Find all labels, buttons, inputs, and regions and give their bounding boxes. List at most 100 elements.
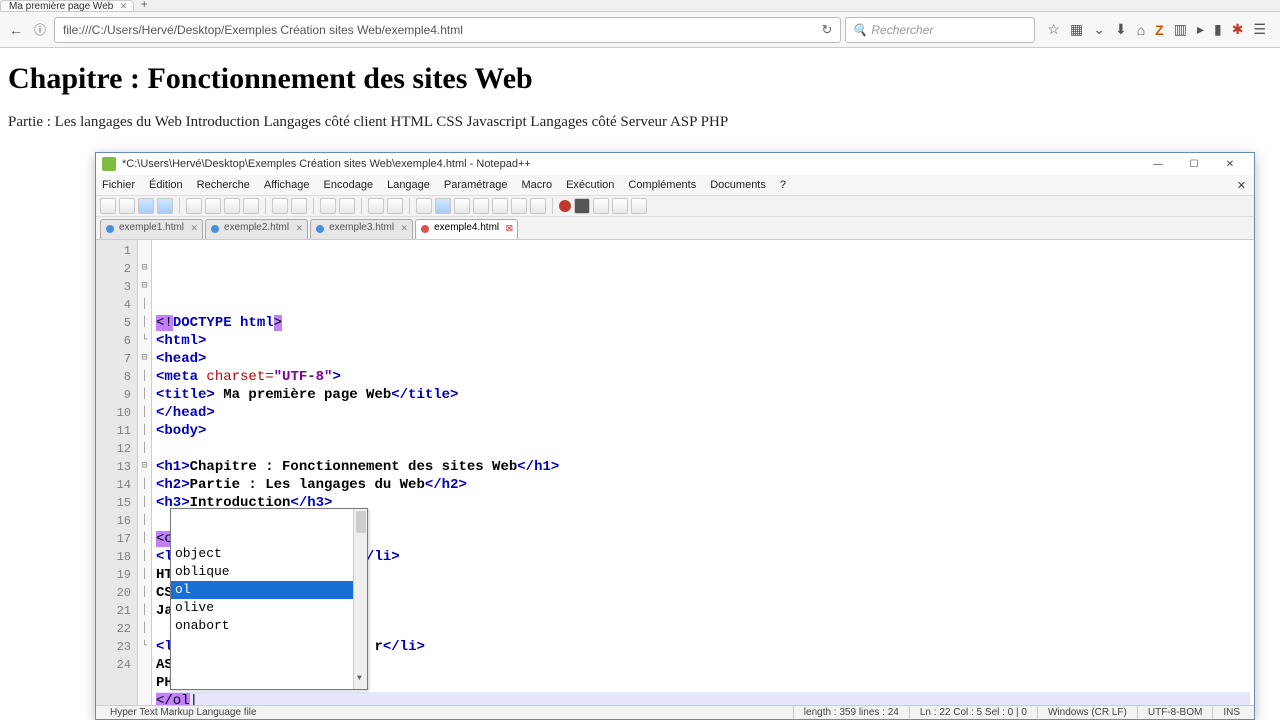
window-title: *C:\Users\Hervé\Desktop\Exemples Créatio… [122,158,1140,170]
browser-toolbar: ☆ ▦ ⌄ ⬇ ⌂ Z ▥ ▸ ▮ ✱ ☰ [1039,21,1274,38]
ext-icon-1[interactable]: Z [1155,22,1164,38]
tab-exemple1[interactable]: exemple1.html✕ [100,219,203,239]
cut-icon[interactable] [205,198,221,214]
autocomplete-item[interactable]: olive [171,599,367,617]
titlebar[interactable]: *C:\Users\Hervé\Desktop\Exemples Créatio… [96,153,1254,175]
run-multi-icon[interactable] [612,198,628,214]
page-paragraph: Partie : Les langages du Web Introductio… [8,114,1272,131]
status-pos: Ln : 22 Col : 5 Sel : 0 | 0 [910,706,1038,719]
fold-column[interactable]: ⊟⊟││└⊟│││││⊟│││││││││└ [138,240,152,705]
func-list-icon[interactable] [511,198,527,214]
close-icon[interactable]: ✕ [190,223,198,234]
menu-encodage[interactable]: Encodage [324,179,374,191]
autocomplete-item[interactable]: ol [171,581,367,599]
ext-icon-2[interactable]: ▥ [1174,21,1187,38]
replace-icon[interactable] [339,198,355,214]
zoom-in-icon[interactable] [368,198,384,214]
maximize-button[interactable]: ☐ [1176,155,1212,173]
mdi-close-icon[interactable]: ✕ [1237,179,1246,192]
find-icon[interactable] [320,198,336,214]
user-lang-icon[interactable] [473,198,489,214]
reload-icon[interactable]: ↻ [822,22,833,38]
menu-fichier[interactable]: Fichier [102,179,135,191]
ext-icon-5[interactable]: ✱ [1232,21,1244,38]
stop-macro-icon[interactable] [574,198,590,214]
tab-exemple3[interactable]: exemple3.html✕ [310,219,413,239]
code-area[interactable]: <!DOCTYPE html><html><head><meta charset… [152,240,1254,705]
identity-icon[interactable]: ⓘ [30,20,50,40]
minimize-button[interactable]: — [1140,155,1176,173]
autocomplete-popup[interactable]: objectobliqueololiveonabort ▲ ▼ [170,508,368,690]
save-macro-icon[interactable] [631,198,647,214]
paste-icon[interactable] [243,198,259,214]
menu-execution[interactable]: Exécution [566,179,614,191]
browser-tab-strip: Ma première page Web ✕ + [0,0,1280,12]
folder-icon[interactable] [530,198,546,214]
menu-recherche[interactable]: Recherche [197,179,250,191]
copy-icon[interactable] [224,198,240,214]
pocket-icon[interactable]: ⌄ [1093,21,1105,38]
menu-edition[interactable]: Édition [149,179,183,191]
status-enc: UTF-8-BOM [1138,706,1213,719]
close-icon[interactable]: ✕ [120,1,128,12]
app-icon [102,157,116,171]
open-file-icon[interactable] [119,198,135,214]
menu-complements[interactable]: Compléments [628,179,696,191]
indent-guide-icon[interactable] [454,198,470,214]
save-all-icon[interactable] [157,198,173,214]
status-length: length : 359 lines : 24 [794,706,910,719]
new-tab-button[interactable]: + [134,0,154,11]
close-icon[interactable]: ⊠ [506,223,514,234]
record-macro-icon[interactable] [559,200,571,212]
menu-documents[interactable]: Documents [710,179,766,191]
ext-icon-4[interactable]: ▮ [1214,21,1222,38]
menu-bar: Fichier Édition Recherche Affichage Enco… [96,175,1254,195]
autocomplete-item[interactable]: onabort [171,617,367,635]
page-h1: Chapitre : Fonctionnement des sites Web [8,62,1272,96]
wrap-icon[interactable] [416,198,432,214]
search-placeholder: Rechercher [871,23,933,37]
scrollbar[interactable]: ▲ ▼ [353,509,367,689]
close-icon[interactable]: ✕ [401,223,409,234]
autocomplete-item[interactable]: oblique [171,563,367,581]
play-macro-icon[interactable] [593,198,609,214]
show-chars-icon[interactable] [435,198,451,214]
zoom-out-icon[interactable] [387,198,403,214]
menu-parametrage[interactable]: Paramétrage [444,179,508,191]
menu-help[interactable]: ? [780,179,786,191]
doc-map-icon[interactable] [492,198,508,214]
line-gutter: 123456789101112131415161718192021222324 [96,240,138,705]
menu-langage[interactable]: Langage [387,179,430,191]
editor-tabs: exemple1.html✕ exemple2.html✕ exemple3.h… [96,217,1254,239]
editor-area[interactable]: 123456789101112131415161718192021222324 … [96,239,1254,705]
url-text: file:///C:/Users/Hervé/Desktop/Exemples … [63,23,816,37]
ext-icon-3[interactable]: ▸ [1197,21,1204,38]
close-button[interactable]: ✕ [1212,155,1248,173]
tab-exemple2[interactable]: exemple2.html✕ [205,219,308,239]
download-icon[interactable]: ⬇ [1115,21,1127,38]
menu-macro[interactable]: Macro [522,179,553,191]
close-icon[interactable]: ✕ [296,223,304,234]
print-icon[interactable] [186,198,202,214]
home-icon[interactable]: ⌂ [1137,22,1145,38]
toolbar [96,195,1254,217]
menu-affichage[interactable]: Affichage [264,179,310,191]
bookmark-icon[interactable]: ☆ [1047,21,1060,38]
autocomplete-item[interactable]: object [171,545,367,563]
undo-icon[interactable] [272,198,288,214]
save-icon[interactable] [138,198,154,214]
page-body: Chapitre : Fonctionnement des sites Web … [0,48,1280,145]
search-bar[interactable]: 🔍 Rechercher [845,17,1035,43]
browser-tab[interactable]: Ma première page Web ✕ [0,0,134,11]
calendar-icon[interactable]: ▦ [1070,21,1083,38]
tab-title: Ma première page Web [9,1,113,12]
search-icon: 🔍 [852,23,867,37]
redo-icon[interactable] [291,198,307,214]
browser-navbar: ← ⓘ file:///C:/Users/Hervé/Desktop/Exemp… [0,12,1280,48]
tab-exemple4[interactable]: exemple4.html⊠ [415,219,518,239]
url-bar[interactable]: file:///C:/Users/Hervé/Desktop/Exemples … [54,17,841,43]
status-type: Hyper Text Markup Language file [100,706,794,719]
back-button[interactable]: ← [6,20,26,40]
new-file-icon[interactable] [100,198,116,214]
menu-icon[interactable]: ☰ [1253,21,1266,38]
